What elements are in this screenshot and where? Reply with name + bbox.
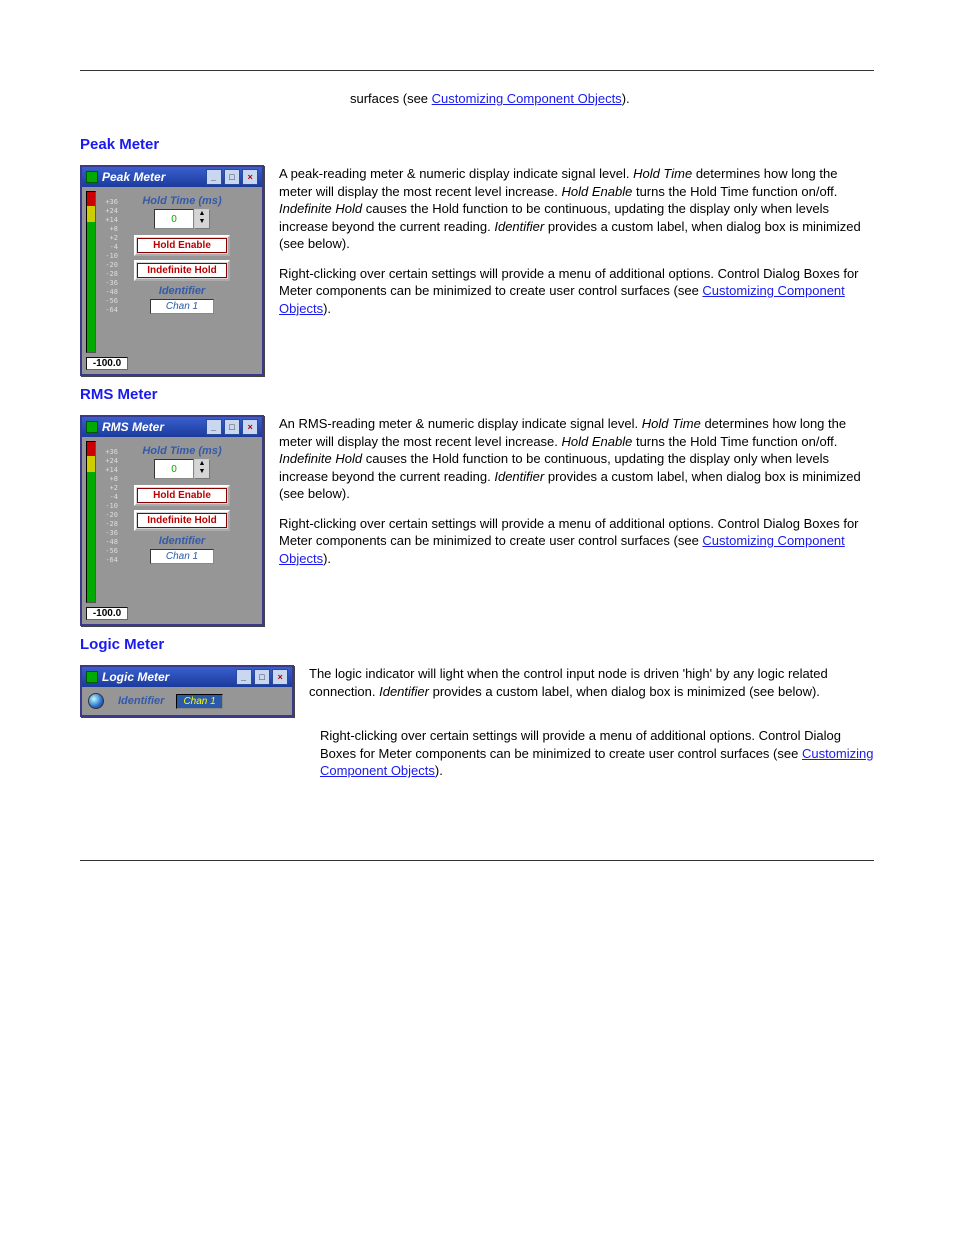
app-icon: [86, 671, 98, 683]
indefinite-hold-button[interactable]: Indefinite Hold: [134, 510, 230, 531]
minimize-button[interactable]: _: [206, 169, 222, 185]
close-button[interactable]: ×: [272, 669, 288, 685]
logic-heading: Logic Meter: [80, 636, 874, 653]
spinner-arrows[interactable]: ▲▼: [194, 209, 210, 229]
page-bottom-rule: [80, 860, 874, 861]
hold-enable-button[interactable]: Hold Enable: [134, 485, 230, 506]
peak-title: Peak Meter: [102, 170, 165, 184]
rms-dialog: RMS Meter _ □ × +36 +24 +14 +8 +2 -4 -10…: [80, 415, 264, 626]
minimize-button[interactable]: _: [206, 419, 222, 435]
hold-enable-button[interactable]: Hold Enable: [134, 235, 230, 256]
close-button[interactable]: ×: [242, 419, 258, 435]
rms-readout: -100.0: [86, 607, 128, 620]
peak-section: Peak Meter _ □ × +36 +24 +14 +8 +2 -4 -1…: [80, 165, 874, 317]
peak-titlebar[interactable]: Peak Meter _ □ ×: [82, 167, 262, 187]
hold-time-label: Hold Time (ms): [134, 445, 230, 457]
peak-readout: -100.0: [86, 357, 128, 370]
rms-heading: RMS Meter: [80, 386, 874, 403]
hold-time-spinner[interactable]: ▲▼: [134, 459, 230, 479]
hold-time-input[interactable]: [154, 209, 194, 229]
intro-close: ).: [622, 91, 630, 106]
app-icon: [86, 421, 98, 433]
hold-time-input[interactable]: [154, 459, 194, 479]
logic-desc-2: Right-clicking over certain settings wil…: [320, 727, 874, 780]
peak-meter-bar: [86, 191, 96, 353]
close-button[interactable]: ×: [242, 169, 258, 185]
rms-section: RMS Meter _ □ × +36 +24 +14 +8 +2 -4 -10…: [80, 415, 874, 567]
logic-titlebar[interactable]: Logic Meter _ □ ×: [82, 667, 292, 687]
hold-time-label: Hold Time (ms): [134, 195, 230, 207]
spinner-arrows[interactable]: ▲▼: [194, 459, 210, 479]
minimize-button[interactable]: _: [236, 669, 252, 685]
intro-text: surfaces (see: [350, 91, 432, 106]
identifier-label: Identifier: [134, 535, 230, 547]
app-icon: [86, 171, 98, 183]
rms-meter-bar: [86, 441, 96, 603]
logic-dialog: Logic Meter _ □ × Identifier Chan 1: [80, 665, 294, 717]
identifier-field[interactable]: Chan 1: [150, 549, 214, 564]
intro-link[interactable]: Customizing Component Objects: [432, 91, 622, 106]
maximize-button[interactable]: □: [224, 169, 240, 185]
peak-scale: +36 +24 +14 +8 +2 -4 -10 -20 -28 -36 -48…: [98, 198, 118, 346]
identifier-field[interactable]: Chan 1: [150, 299, 214, 314]
identifier-label: Identifier: [134, 285, 230, 297]
indefinite-hold-button[interactable]: Indefinite Hold: [134, 260, 230, 281]
peak-heading: Peak Meter: [80, 136, 874, 153]
rms-title: RMS Meter: [102, 420, 164, 434]
rms-titlebar[interactable]: RMS Meter _ □ ×: [82, 417, 262, 437]
maximize-button[interactable]: □: [254, 669, 270, 685]
maximize-button[interactable]: □: [224, 419, 240, 435]
rms-scale: +36 +24 +14 +8 +2 -4 -10 -20 -28 -36 -48…: [98, 448, 118, 596]
logic-section: Logic Meter _ □ × Identifier Chan 1 The …: [80, 665, 874, 780]
intro-fragment: surfaces (see Customizing Component Obje…: [350, 91, 874, 106]
identifier-field[interactable]: Chan 1: [176, 694, 222, 709]
peak-dialog: Peak Meter _ □ × +36 +24 +14 +8 +2 -4 -1…: [80, 165, 264, 376]
identifier-label: Identifier: [118, 695, 164, 707]
logic-title: Logic Meter: [102, 670, 169, 684]
logic-led-icon: [88, 693, 104, 709]
page-top-rule: [80, 70, 874, 71]
hold-time-spinner[interactable]: ▲▼: [134, 209, 230, 229]
